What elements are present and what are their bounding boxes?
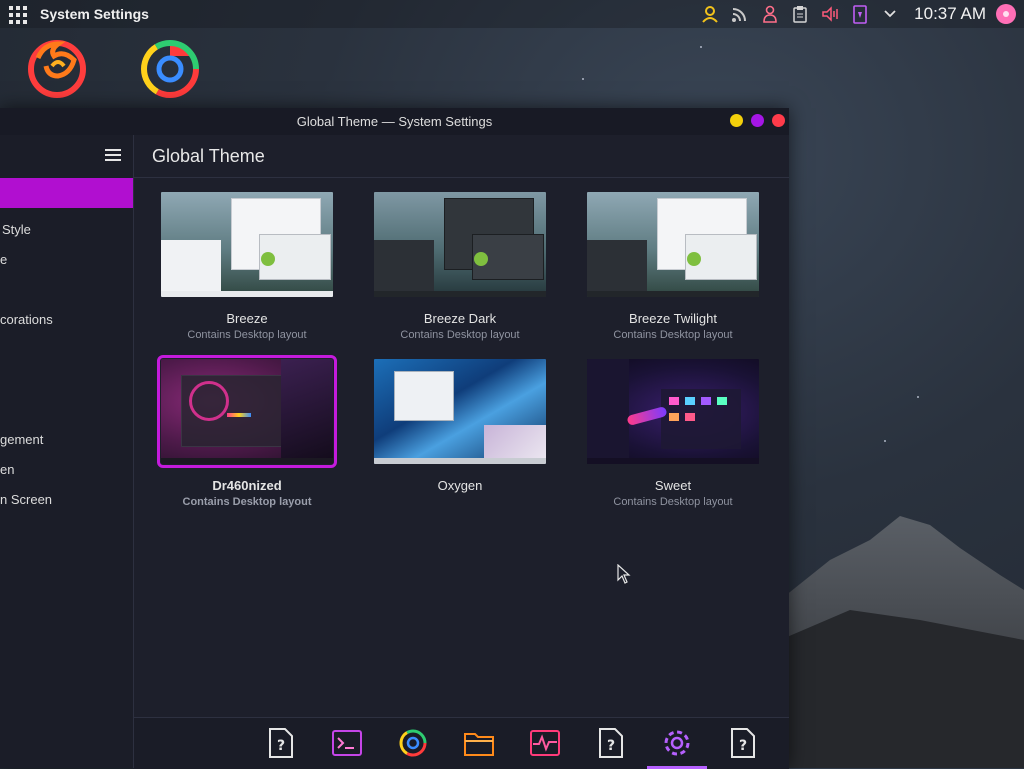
theme-thumbnail [587, 359, 759, 464]
chevron-down-icon[interactable] [880, 4, 900, 24]
theme-name: Sweet [654, 478, 692, 493]
dock-panel: ? ? ? [134, 717, 789, 769]
sidebar-item[interactable]: e [0, 252, 7, 267]
svg-text:?: ? [739, 738, 747, 754]
window-titlebar[interactable]: Global Theme — System Settings [0, 108, 789, 135]
system-monitor-icon[interactable] [530, 728, 560, 758]
mouse-cursor-icon [617, 564, 631, 584]
terminal-icon[interactable] [332, 728, 362, 758]
star [582, 78, 584, 80]
theme-name: Breeze Dark [423, 311, 497, 326]
theme-subtitle: Contains Desktop layout [400, 329, 520, 341]
theme-card-dr460nized[interactable]: Dr460nized Contains Desktop layout [157, 355, 337, 508]
system-settings-window: Global Theme — System Settings Style e c… [0, 108, 789, 768]
clock[interactable]: 10:37 AM [914, 4, 986, 24]
theme-card-oxygen[interactable]: Oxygen [374, 359, 546, 493]
close-button[interactable] [772, 114, 785, 127]
system-tray: 10:37 AM [700, 0, 1024, 28]
content-header: Global Theme [134, 135, 789, 178]
star [884, 440, 886, 442]
theme-subtitle: Contains Desktop layout [187, 329, 307, 341]
page-title: Global Theme [152, 145, 265, 166]
theme-name: Breeze [226, 311, 268, 326]
theme-subtitle: Contains Desktop layout [613, 329, 733, 341]
sidebar-item-selected[interactable] [0, 178, 133, 208]
top-panel: System Settings 10:37 AM [0, 0, 1024, 28]
theme-name: Breeze Twilight [629, 311, 717, 326]
maximize-button[interactable] [751, 114, 764, 127]
user-icon[interactable] [700, 4, 720, 24]
sidebar-item-screen[interactable]: en [0, 462, 14, 477]
theme-name: Dr460nized [212, 478, 282, 493]
theme-card-breeze-dark[interactable]: Breeze Dark Contains Desktop layout [374, 192, 546, 341]
unknown-app-icon[interactable]: ? [266, 728, 296, 758]
theme-card-breeze-twilight[interactable]: Breeze Twilight Contains Desktop layout [587, 192, 759, 341]
battery-icon[interactable] [850, 4, 870, 24]
minimize-button[interactable] [730, 114, 743, 127]
hamburger-menu-icon[interactable] [105, 149, 121, 162]
active-app-title: System Settings [40, 6, 149, 22]
unknown-app-icon[interactable]: ? [596, 728, 626, 758]
theme-card-breeze[interactable]: Breeze Contains Desktop layout [161, 192, 333, 341]
star [700, 46, 702, 48]
settings-icon[interactable] [662, 728, 692, 758]
sidebar-item-decorations[interactable]: corations [0, 312, 53, 327]
user-avatar-icon[interactable] [996, 4, 1016, 24]
theme-subtitle: Contains Desktop layout [182, 496, 312, 508]
settings-sidebar: Style e corations gement en n Screen [0, 135, 134, 768]
theme-subtitle: Contains Desktop layout [613, 496, 733, 508]
svg-text:?: ? [277, 738, 285, 754]
theme-thumbnail [374, 192, 546, 297]
rss-icon[interactable] [730, 4, 750, 24]
star [917, 396, 919, 398]
svg-text:?: ? [607, 738, 615, 754]
chrome-icon[interactable] [137, 36, 203, 102]
volume-icon[interactable] [820, 4, 840, 24]
sidebar-item-style[interactable]: Style [2, 222, 31, 237]
firefox-icon[interactable] [24, 36, 90, 102]
theme-card-sweet[interactable]: Sweet Contains Desktop layout [587, 359, 759, 508]
theme-thumbnail [374, 359, 546, 464]
clipboard-icon[interactable] [790, 4, 810, 24]
unknown-app-icon[interactable]: ? [728, 728, 758, 758]
person-icon[interactable] [760, 4, 780, 24]
folder-icon[interactable] [464, 728, 494, 758]
sidebar-item-login-screen[interactable]: n Screen [0, 492, 52, 507]
window-title: Global Theme — System Settings [296, 114, 493, 129]
chrome-icon[interactable] [398, 728, 428, 758]
theme-thumbnail [157, 355, 337, 468]
theme-name: Oxygen [437, 478, 483, 493]
theme-thumbnail [161, 192, 333, 297]
sidebar-item-management[interactable]: gement [0, 432, 43, 447]
app-launcher-icon[interactable] [6, 3, 28, 25]
theme-thumbnail [587, 192, 759, 297]
